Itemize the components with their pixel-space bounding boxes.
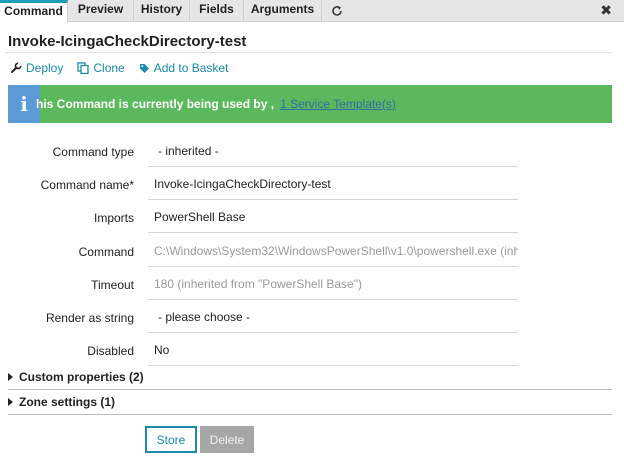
disabled-row: Disabled No (0, 334, 624, 367)
imports-label: Imports (93, 211, 134, 225)
disabled-select[interactable]: No (148, 334, 518, 366)
command-input[interactable]: C:\Windows\System32\WindowsPowerShell\v1… (148, 235, 518, 267)
imports-row: Imports PowerShell Base (0, 201, 624, 234)
command-type-label: Command type (52, 145, 134, 159)
tab-arguments[interactable]: Arguments (244, 0, 322, 22)
tab-history[interactable]: History (134, 0, 190, 22)
wrench-icon (10, 62, 22, 74)
copy-icon (77, 62, 90, 74)
tag-icon (139, 63, 150, 74)
tab-preview[interactable]: Preview (68, 0, 134, 22)
zone-settings-section[interactable]: Zone settings (1) (8, 391, 612, 415)
command-name-label: Command name* (40, 178, 134, 192)
tab-bar: Command Preview History Fields Arguments… (0, 0, 624, 23)
refresh-icon[interactable] (322, 1, 352, 21)
command-name-row: Command name* Invoke-IcingaCheckDirector… (0, 168, 624, 201)
title-divider (6, 52, 612, 53)
deploy-link[interactable]: Deploy (10, 61, 63, 75)
render-as-string-select[interactable]: - please choose - (148, 301, 518, 333)
banner-message: his Command is currently being used by , (36, 97, 275, 111)
imports-input[interactable]: PowerShell Base (148, 201, 518, 233)
add-to-basket-link[interactable]: Add to Basket (139, 61, 229, 75)
clone-link[interactable]: Clone (77, 61, 125, 75)
page-title: Invoke-IcingaCheckDirectory-test (8, 33, 247, 50)
tab-fields[interactable]: Fields (190, 0, 244, 22)
usage-info-banner: i his Command is currently being used by… (8, 85, 612, 123)
action-bar: Deploy Clone Add to Basket (10, 60, 228, 76)
custom-properties-section[interactable]: Custom properties (2) (8, 366, 612, 390)
caret-right-icon (8, 373, 13, 381)
deploy-label: Deploy (26, 61, 64, 75)
command-name-input[interactable]: Invoke-IcingaCheckDirectory-test (148, 168, 518, 200)
tab-command[interactable]: Command (0, 0, 68, 23)
close-icon[interactable]: ✖ (600, 1, 612, 19)
render-as-string-label: Render as string (45, 311, 134, 325)
command-type-select[interactable]: - inherited - (148, 135, 518, 167)
zone-settings-label: Zone settings (1) (19, 395, 116, 409)
disabled-label: Disabled (87, 344, 134, 358)
service-template-link[interactable]: 1 Service Template(s) (280, 97, 396, 111)
timeout-input[interactable]: 180 (inherited from "PowerShell Base") (148, 268, 518, 300)
store-button[interactable]: Store (145, 426, 197, 453)
timeout-row: Timeout 180 (inherited from "PowerShell … (0, 268, 624, 301)
command-row: Command C:\Windows\System32\WindowsPower… (0, 235, 624, 268)
command-type-row: Command type - inherited - (0, 135, 624, 168)
command-label: Command (78, 245, 134, 259)
timeout-label: Timeout (91, 278, 134, 292)
render-as-string-row: Render as string - please choose - (0, 301, 624, 334)
caret-right-icon (8, 398, 13, 406)
add-to-basket-label: Add to Basket (153, 61, 229, 75)
delete-button[interactable]: Delete (200, 426, 254, 453)
custom-properties-label: Custom properties (2) (19, 370, 144, 384)
clone-label: Clone (93, 61, 125, 75)
